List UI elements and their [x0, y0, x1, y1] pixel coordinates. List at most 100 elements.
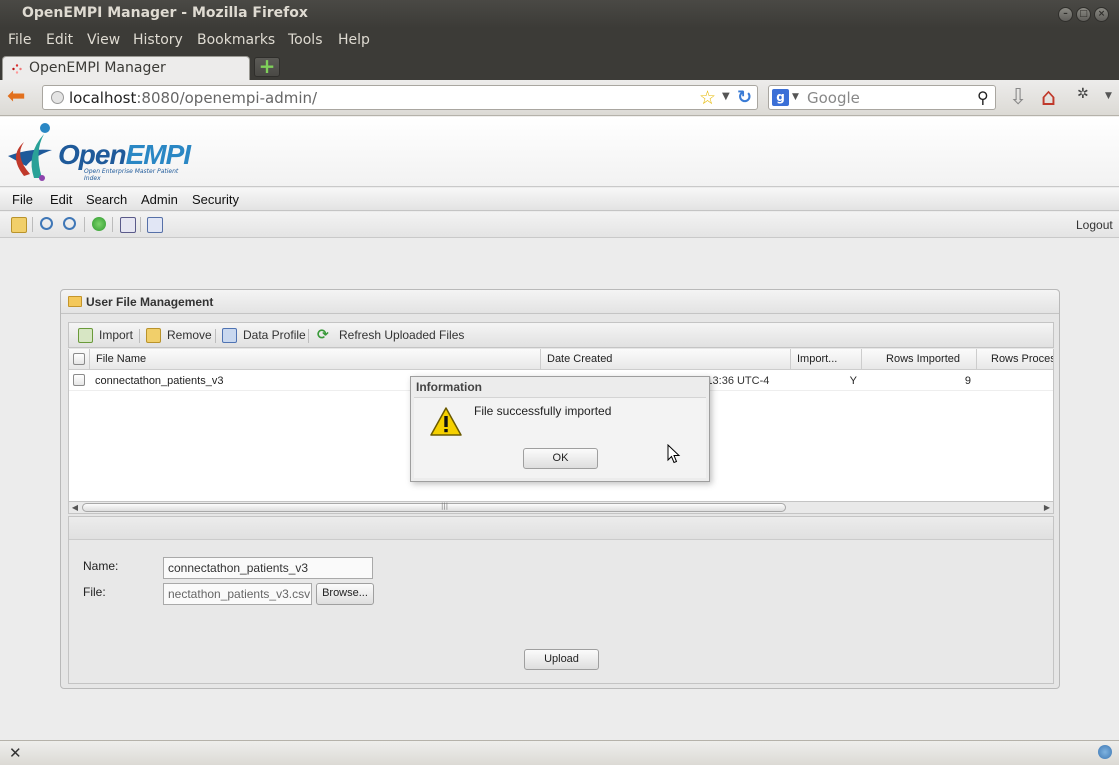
information-dialog: Information File successfully imported O…: [410, 376, 710, 482]
new-tab-button[interactable]: +: [254, 56, 280, 77]
dialog-title: Information: [416, 380, 482, 394]
logo-text: OpenEMPI: [58, 139, 191, 170]
column-imported[interactable]: Import...: [791, 349, 862, 370]
menu-tools[interactable]: Tools: [288, 32, 323, 48]
cell-rows-imported: 9: [964, 375, 971, 387]
tab-strip: OpenEMPI Manager +: [0, 54, 1119, 80]
row-checkbox[interactable]: [73, 374, 85, 386]
toolbar-separator: [139, 329, 140, 343]
addon-icon[interactable]: ✲: [1077, 86, 1089, 102]
column-rows-processed[interactable]: Rows Proces: [977, 349, 1053, 370]
refresh-uploaded-files-button[interactable]: Refresh Uploaded Files: [339, 328, 464, 342]
home-icon[interactable]: ⌂: [1041, 83, 1056, 111]
toolbar-separator: [112, 217, 113, 232]
reload-icon[interactable]: ↻: [737, 87, 752, 108]
window-title: OpenEMPI Manager - Mozilla Firefox: [22, 5, 308, 21]
addon-status-icon[interactable]: [1098, 745, 1112, 759]
app-menu-security[interactable]: Security: [192, 192, 239, 207]
name-field[interactable]: connectathon_patients_v3: [163, 557, 373, 579]
back-arrow-icon[interactable]: ⬅: [7, 86, 31, 109]
scroll-right-icon[interactable]: ▶: [1041, 502, 1053, 513]
column-file-name[interactable]: File Name: [89, 349, 541, 370]
app-menu-admin[interactable]: Admin: [141, 192, 178, 207]
url-text[interactable]: localhost:8080/openempi-admin/: [69, 89, 317, 107]
logo-tagline: Open Enterprise Master Patient Index: [84, 168, 179, 182]
bookmark-star-icon[interactable]: ☆: [699, 87, 716, 109]
tab-openempi-manager[interactable]: OpenEMPI Manager: [2, 56, 250, 80]
panel-header: User File Management: [61, 290, 1059, 314]
grid-horizontal-scrollbar[interactable]: ◀ ||| ▶: [68, 501, 1054, 514]
menu-view[interactable]: View: [87, 32, 120, 48]
select-all-checkbox[interactable]: [73, 353, 85, 365]
app-menu-search[interactable]: Search: [86, 192, 127, 207]
search-patient-icon[interactable]: [40, 217, 53, 230]
minimize-icon[interactable]: –: [1058, 7, 1073, 22]
url-dropdown-icon[interactable]: ▼: [722, 91, 730, 102]
refresh-icon[interactable]: ⟳: [317, 328, 332, 343]
window-titlebar: OpenEMPI Manager - Mozilla Firefox – □ ×: [0, 0, 1119, 28]
downloads-icon[interactable]: ⇩: [1009, 85, 1027, 110]
table-icon[interactable]: [120, 217, 136, 233]
loading-icon: [12, 64, 22, 74]
column-rows-imported[interactable]: Rows Imported: [862, 349, 977, 370]
close-icon[interactable]: ×: [1094, 7, 1109, 22]
dialog-message: File successfully imported: [474, 404, 612, 418]
folder-icon: [68, 296, 82, 307]
navigation-toolbar: ⬅ localhost:8080/openempi-admin/ ☆ ▼ ↻ g…: [0, 80, 1119, 116]
addon-dropdown-icon[interactable]: ▼: [1105, 91, 1112, 101]
search-box[interactable]: g ▼ Google ⚲: [768, 85, 996, 110]
status-bar: ✕: [0, 740, 1119, 765]
browse-button[interactable]: Browse...: [316, 583, 374, 605]
close-addon-bar-icon[interactable]: ✕: [9, 744, 22, 762]
cell-imported: Y: [849, 375, 857, 387]
menu-help[interactable]: Help: [338, 32, 370, 48]
toolbar-separator: [32, 217, 33, 232]
panel-title: User File Management: [86, 295, 214, 309]
toolbar-separator: [308, 329, 309, 343]
advanced-search-icon[interactable]: [63, 217, 76, 230]
file-field[interactable]: nectathon_patients_v3.csv: [163, 583, 312, 605]
cell-rows-processed: [977, 370, 1053, 391]
remove-icon[interactable]: [146, 328, 161, 343]
scroll-left-icon[interactable]: ◀: [69, 502, 81, 513]
menu-bookmarks[interactable]: Bookmarks: [197, 32, 275, 48]
app-menu-edit[interactable]: Edit: [50, 192, 72, 207]
warning-icon: [430, 407, 462, 436]
app-menubar: File Edit Search Admin Security: [0, 188, 1119, 211]
search-icon[interactable]: ⚲: [977, 88, 989, 107]
scrollbar-grip-icon: |||: [441, 502, 449, 510]
ok-button[interactable]: OK: [523, 448, 598, 469]
report-icon[interactable]: [147, 217, 163, 233]
menu-history[interactable]: History: [133, 32, 183, 48]
app-menu-file[interactable]: File: [12, 192, 33, 207]
openempi-logo: OpenEMPI Open Enterprise Master Patient …: [4, 122, 194, 182]
firefox-menubar: File Edit View History Bookmarks Tools H…: [0, 28, 1119, 54]
scrollbar-thumb[interactable]: |||: [82, 502, 786, 512]
url-bar[interactable]: localhost:8080/openempi-admin/ ☆ ▼ ↻: [42, 85, 758, 110]
toolbar-separator: [215, 329, 216, 343]
open-folder-icon[interactable]: [11, 217, 27, 233]
data-profile-icon[interactable]: [222, 328, 237, 343]
google-engine-icon[interactable]: g: [772, 89, 789, 106]
column-date-created[interactable]: Date Created: [541, 349, 791, 370]
import-button[interactable]: Import: [99, 328, 133, 342]
add-icon[interactable]: [92, 217, 106, 231]
upload-button[interactable]: Upload: [524, 649, 599, 670]
data-profile-button[interactable]: Data Profile: [243, 328, 306, 342]
site-identity-icon[interactable]: [51, 91, 64, 104]
logout-link[interactable]: Logout: [1076, 218, 1113, 232]
search-engine-dropdown-icon[interactable]: ▼: [792, 92, 799, 102]
upload-form-header: [69, 517, 1053, 540]
name-label: Name:: [83, 559, 119, 573]
maximize-icon[interactable]: □: [1076, 7, 1091, 22]
grid-header: File Name Date Created Import... Rows Im…: [69, 349, 1053, 370]
menu-file[interactable]: File: [8, 32, 31, 48]
menu-edit[interactable]: Edit: [46, 32, 73, 48]
remove-button[interactable]: Remove: [167, 328, 212, 342]
app-toolbar: Logout: [0, 212, 1119, 238]
import-icon[interactable]: [78, 328, 93, 343]
upload-form: Name: connectathon_patients_v3 File: nec…: [68, 516, 1054, 684]
mouse-cursor-icon: [667, 444, 681, 464]
toolbar-separator: [140, 217, 141, 232]
logo-figure-icon: [8, 123, 52, 181]
